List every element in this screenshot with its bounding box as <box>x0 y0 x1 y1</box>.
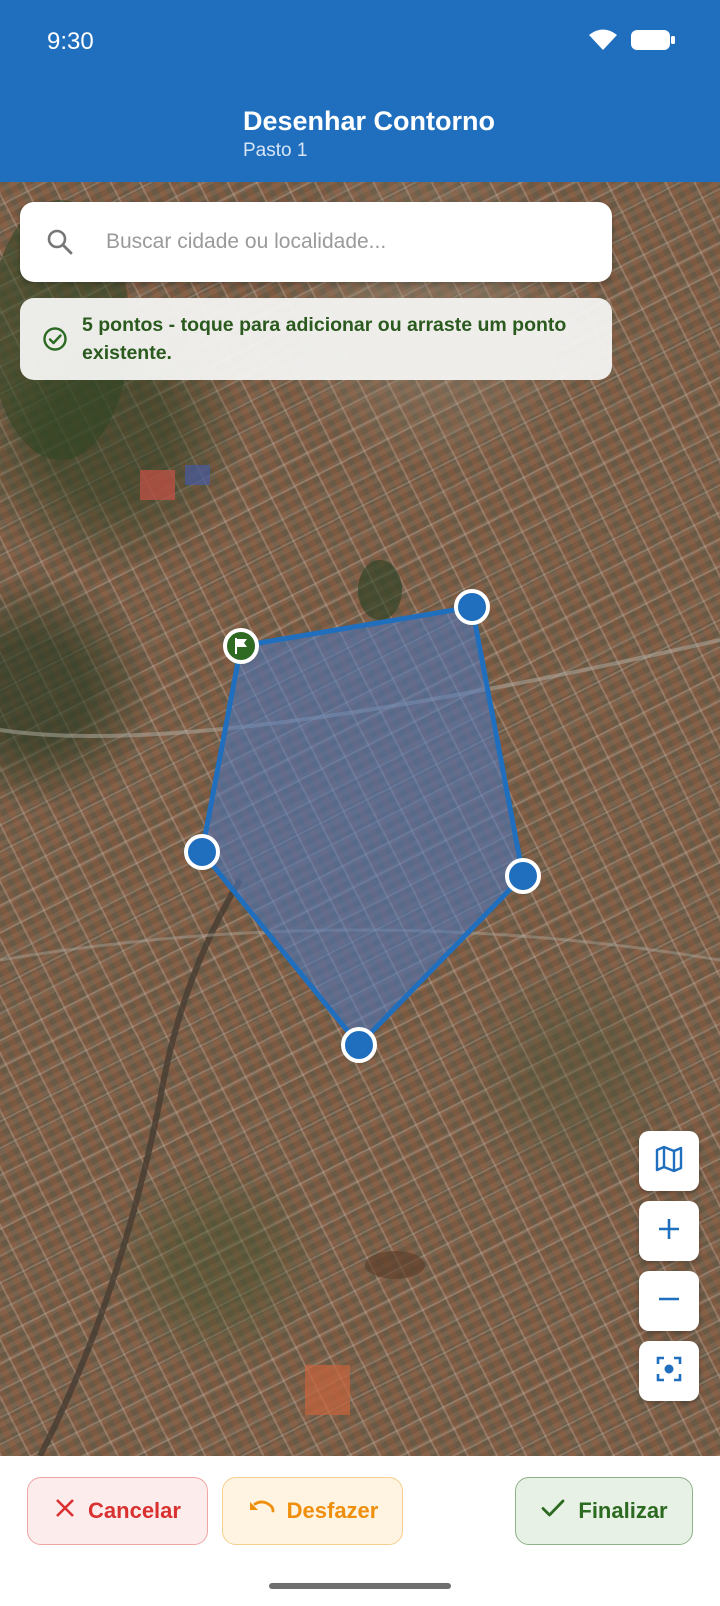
undo-icon <box>247 1497 275 1525</box>
start-point-marker[interactable] <box>223 628 259 664</box>
finish-button[interactable]: Finalizar <box>515 1477 693 1545</box>
focus-icon <box>654 1354 684 1389</box>
check-circle-icon <box>42 326 68 357</box>
battery-icon <box>630 28 676 57</box>
undo-button[interactable]: Desfazer <box>222 1477 403 1545</box>
zoom-in-button[interactable] <box>639 1201 699 1261</box>
wifi-icon <box>588 28 618 57</box>
vertex-handle[interactable] <box>454 589 490 625</box>
info-banner: 5 pontos - toque para adicionar ou arras… <box>20 298 612 380</box>
cancel-label: Cancelar <box>88 1498 181 1523</box>
minus-icon <box>656 1286 682 1317</box>
status-icons <box>588 28 676 57</box>
search-icon <box>46 228 74 261</box>
close-icon <box>54 1497 76 1525</box>
search-input[interactable] <box>106 222 586 262</box>
plus-icon <box>656 1216 682 1247</box>
vertex-handle[interactable] <box>184 834 220 870</box>
finish-label: Finalizar <box>578 1498 668 1523</box>
vertex-handle[interactable] <box>341 1027 377 1063</box>
center-map-button[interactable] <box>639 1341 699 1401</box>
app-bar: 9:30 Desenhar Contorno Pasto 1 <box>0 0 720 182</box>
status-time: 9:30 <box>47 28 94 55</box>
check-icon <box>540 1497 566 1525</box>
map-icon <box>654 1144 684 1179</box>
undo-label: Desfazer <box>286 1498 379 1523</box>
outline-polygon[interactable] <box>199 604 526 1048</box>
vertex-handle[interactable] <box>505 858 541 894</box>
info-message: 5 pontos - toque para adicionar ou arras… <box>82 314 567 364</box>
search-bar <box>20 202 612 282</box>
page-subtitle: Pasto 1 <box>243 140 308 161</box>
cancel-button[interactable]: Cancelar <box>27 1477 208 1545</box>
page-title: Desenhar Contorno <box>243 106 496 136</box>
zoom-out-button[interactable] <box>639 1271 699 1331</box>
home-indicator[interactable] <box>269 1583 451 1589</box>
map-layers-button[interactable] <box>639 1131 699 1191</box>
